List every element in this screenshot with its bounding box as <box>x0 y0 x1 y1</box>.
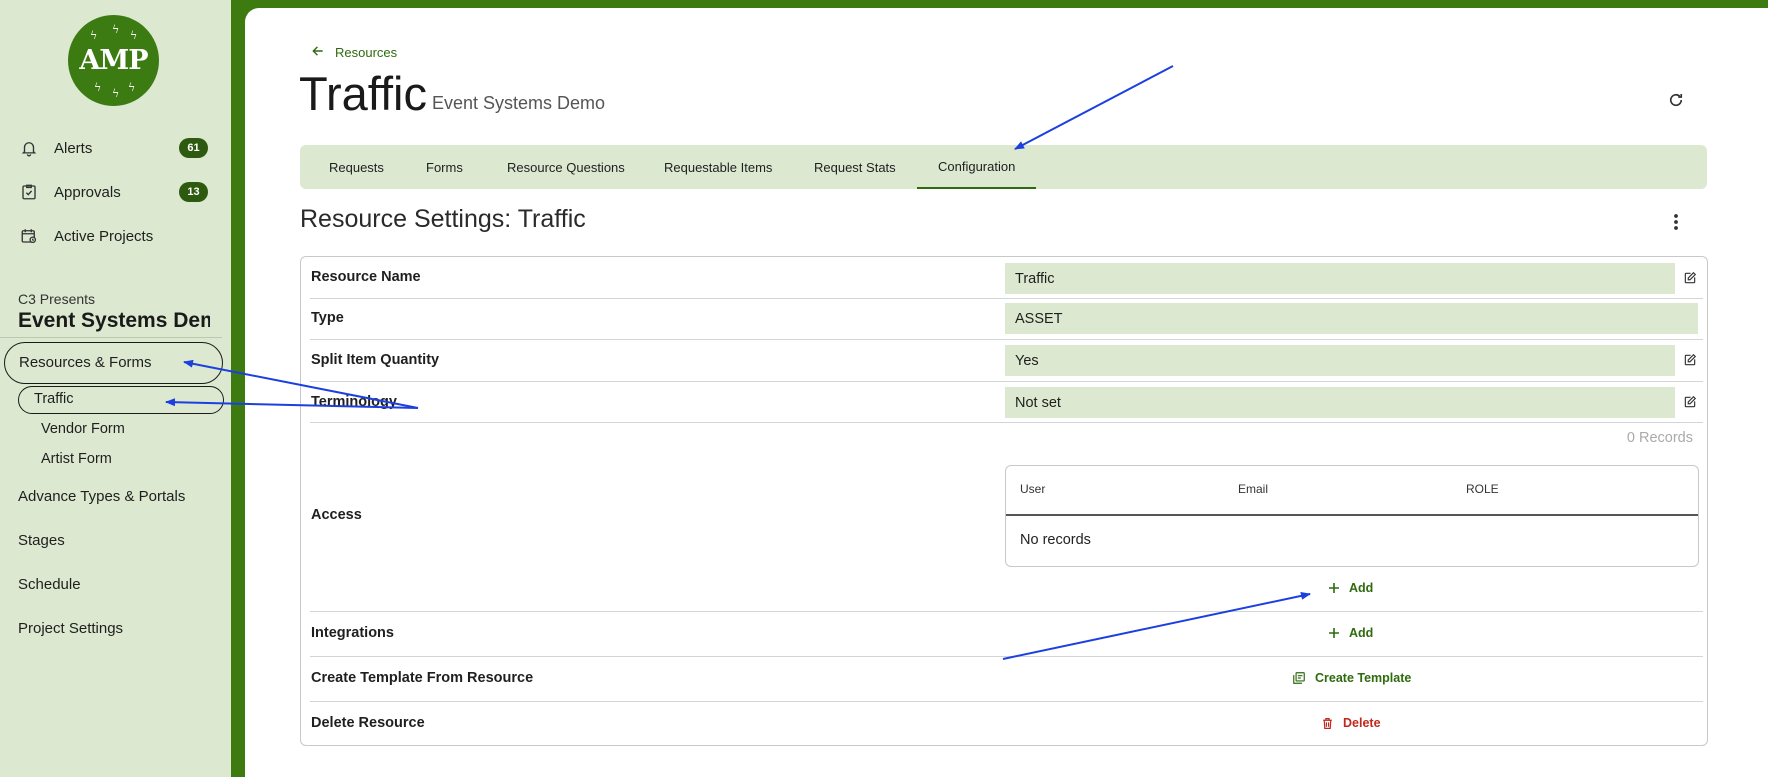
edit-split-quantity-button[interactable] <box>1681 351 1699 369</box>
app-logo[interactable]: ϟ ϟ ϟ AMP ϟ ϟ ϟ <box>68 15 159 106</box>
integrations-label: Integrations <box>311 625 394 641</box>
add-integration-label: Add <box>1349 626 1374 640</box>
access-label: Access <box>311 507 362 523</box>
tab-requestable-items[interactable]: Requestable Items <box>664 145 772 189</box>
refresh-icon <box>1669 93 1683 107</box>
type-label: Type <box>311 310 344 326</box>
back-link-label: Resources <box>335 45 398 60</box>
page-title: Traffic <box>299 67 427 120</box>
row-divider <box>310 701 1703 702</box>
nav-alerts-label: Alerts <box>54 139 93 157</box>
section-title: Resource Settings: Traffic <box>300 205 586 233</box>
template-icon <box>1292 671 1306 685</box>
column-email[interactable]: Email <box>1238 482 1268 496</box>
row-divider <box>310 611 1703 612</box>
create-template-action: Create Template <box>1315 671 1412 685</box>
trash-icon <box>1321 717 1334 730</box>
create-template-label: Create Template From Resource <box>311 670 534 686</box>
terminology-value: Not set <box>1005 387 1675 418</box>
add-access-label: Add <box>1349 581 1374 595</box>
add-integration-button[interactable]: Add <box>1328 626 1373 640</box>
sidebar: ϟ ϟ ϟ AMP ϟ ϟ ϟ Alerts 61 Approvals 13 A… <box>0 0 231 777</box>
refresh-button[interactable] <box>1664 88 1688 112</box>
more-vertical-icon <box>1674 214 1678 230</box>
row-divider <box>310 339 1703 340</box>
edit-terminology-button[interactable] <box>1681 393 1699 411</box>
header-divider <box>1006 514 1698 516</box>
row-divider <box>310 298 1703 299</box>
bell-icon <box>18 137 40 159</box>
column-user[interactable]: User <box>1020 482 1045 496</box>
edit-icon <box>1684 353 1697 366</box>
split-quantity-value: Yes <box>1005 345 1675 376</box>
delete-action: Delete <box>1343 716 1381 730</box>
row-divider <box>310 656 1703 657</box>
menu-schedule[interactable]: Schedule <box>18 576 81 593</box>
menu-stages[interactable]: Stages <box>18 532 65 549</box>
create-template-button[interactable]: Create Template <box>1292 671 1411 685</box>
back-to-resources-link[interactable]: Resources <box>311 44 397 61</box>
sidebar-divider <box>0 337 222 338</box>
edit-resource-name-button[interactable] <box>1681 269 1699 287</box>
tab-resource-questions[interactable]: Resource Questions <box>507 145 625 189</box>
more-options-button[interactable] <box>1664 210 1688 234</box>
logo-text: AMP <box>79 45 148 76</box>
menu-artist-form[interactable]: Artist Form <box>41 451 112 467</box>
tab-configuration[interactable]: Configuration <box>917 145 1037 189</box>
nav-approvals[interactable]: Approvals <box>18 181 121 203</box>
project-name: Event Systems Demo <box>18 309 210 332</box>
split-quantity-label: Split Item Quantity <box>311 352 440 368</box>
tab-forms[interactable]: Forms <box>426 145 463 189</box>
plus-icon <box>1328 627 1340 639</box>
clipboard-check-icon <box>18 181 40 203</box>
nav-alerts[interactable]: Alerts <box>18 137 92 159</box>
organization-name: C3 Presents <box>18 291 96 307</box>
row-divider <box>310 381 1703 382</box>
edit-icon <box>1684 271 1697 284</box>
add-access-button[interactable]: Add <box>1328 581 1373 595</box>
type-value: ASSET <box>1005 303 1698 334</box>
access-table: User Email ROLE No records <box>1005 465 1699 567</box>
edit-icon <box>1684 395 1697 408</box>
menu-advance-types[interactable]: Advance Types & Portals <box>18 488 185 505</box>
delete-resource-label: Delete Resource <box>311 715 425 731</box>
menu-resources-forms[interactable]: Resources & Forms <box>19 354 152 371</box>
terminology-label: Terminology <box>311 394 397 410</box>
resource-name-label: Resource Name <box>311 269 421 285</box>
empty-state-text: No records <box>1020 532 1091 548</box>
settings-table: Resource Name Traffic Type ASSET Split I… <box>300 256 1708 746</box>
alerts-count-badge: 61 <box>179 138 208 158</box>
tab-requests[interactable]: Requests <box>329 145 384 189</box>
menu-vendor-form[interactable]: Vendor Form <box>41 421 125 437</box>
nav-active-projects[interactable]: Active Projects <box>18 225 153 247</box>
resource-name-value: Traffic <box>1005 263 1675 294</box>
nav-active-projects-label: Active Projects <box>54 227 154 245</box>
nav-approvals-label: Approvals <box>54 183 121 201</box>
access-record-count: 0 Records <box>1626 430 1693 446</box>
delete-resource-button[interactable]: Delete <box>1321 716 1381 730</box>
approvals-count-badge: 13 <box>179 182 208 202</box>
plus-icon <box>1328 582 1340 594</box>
calendar-active-icon <box>18 225 40 247</box>
column-role[interactable]: ROLE <box>1466 482 1499 496</box>
row-divider <box>310 422 1703 423</box>
tab-bar: Requests Forms Resource Questions Reques… <box>300 145 1707 189</box>
page-subtitle: Event Systems Demo <box>432 93 606 113</box>
menu-project-settings[interactable]: Project Settings <box>18 620 123 637</box>
menu-traffic[interactable]: Traffic <box>34 391 73 407</box>
tab-request-stats[interactable]: Request Stats <box>814 145 896 189</box>
arrow-left-icon <box>311 44 325 61</box>
